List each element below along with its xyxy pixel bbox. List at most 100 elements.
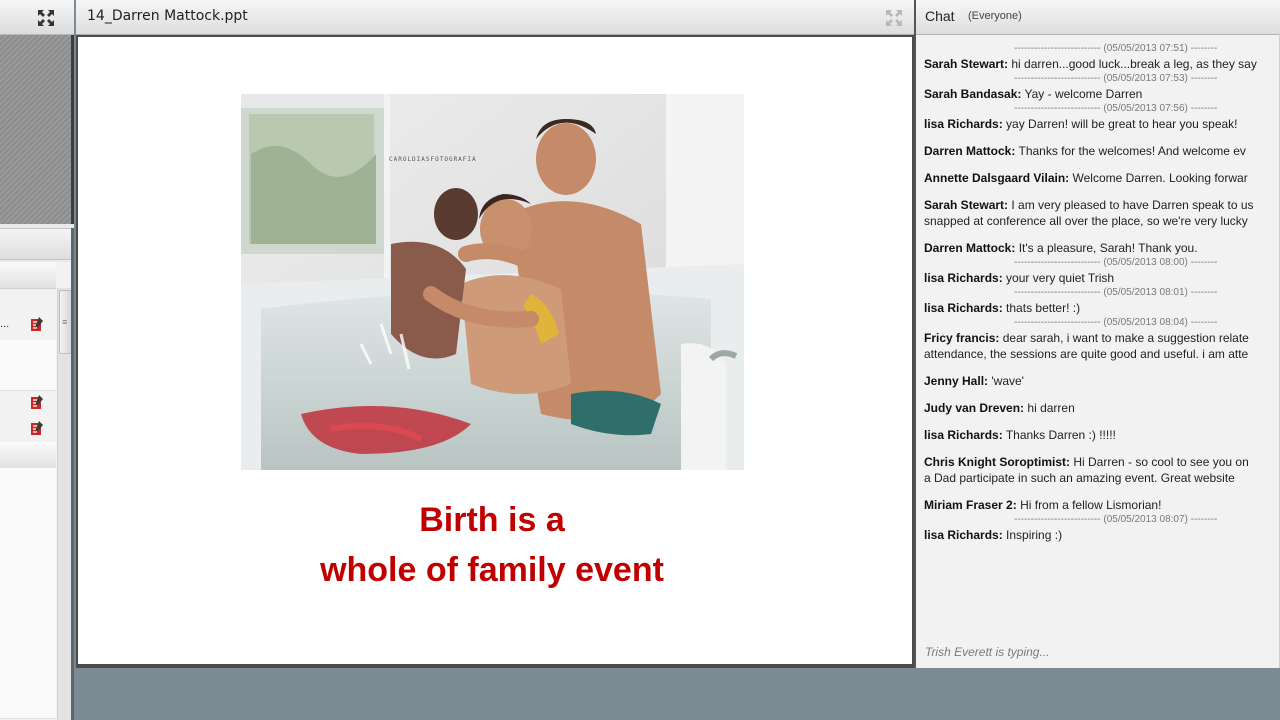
- attendee-list-header: [0, 262, 56, 289]
- list-item: [0, 365, 56, 391]
- chat-timestamp: -------------------------- (05/05/2013 0…: [1014, 257, 1218, 268]
- chat-text: Inspiring :): [1006, 528, 1063, 542]
- chat-author: lisa Richards:: [924, 271, 1003, 285]
- attendee-group-header: [0, 442, 56, 469]
- chat-author: Chris Knight Soroptimist:: [924, 455, 1070, 469]
- chat-timestamp: -------------------------- (05/05/2013 0…: [1014, 317, 1218, 328]
- list-item: [0, 493, 56, 519]
- chat-message: Darren Mattock: Thanks for the welcomes!…: [924, 143, 1280, 159]
- chat-author: Annette Dalsgaard Vilain:: [924, 171, 1070, 185]
- chat-timestamp: -------------------------- (05/05/2013 0…: [1014, 514, 1218, 525]
- chat-message: lisa Richards: yay Darren! will be great…: [924, 116, 1280, 132]
- caption-line-2: whole of family event: [320, 551, 664, 589]
- bottom-area: [76, 668, 1280, 720]
- camera-pod: [0, 35, 74, 224]
- chat-message: lisa Richards: Thanks Darren :) !!!!!: [924, 427, 1280, 443]
- chat-pod: Chat (Everyone) ------------------------…: [914, 0, 1280, 668]
- attendees-pod-header: [0, 228, 74, 260]
- slide: CAROLDIASFOTOGRAFIA Birth is a whole of …: [78, 37, 912, 664]
- chat-author: Judy van Dreven:: [924, 401, 1025, 415]
- list-item: [0, 340, 56, 366]
- chat-text: Thanks for the welcomes! And welcome ev: [1018, 144, 1246, 158]
- family-birth-photo: CAROLDIASFOTOGRAFIA: [241, 94, 744, 470]
- chat-title: Chat: [925, 8, 955, 24]
- chat-author: Darren Mattock:: [924, 241, 1016, 255]
- chat-text: dear sarah, i want to make a suggestion …: [1002, 331, 1249, 345]
- list-item: [0, 568, 56, 594]
- chat-author: lisa Richards:: [924, 528, 1003, 542]
- left-panel: ... ≡: [0, 0, 74, 720]
- attendee-list: ... ≡: [0, 262, 74, 720]
- chat-text-continued: attendance, the sessions are quite good …: [924, 347, 1249, 361]
- fullscreen-icon[interactable]: [884, 8, 904, 28]
- attendee-status-icon: [31, 421, 43, 435]
- attendee-scrollbar[interactable]: [57, 288, 72, 720]
- list-item: [0, 543, 56, 569]
- list-item: [0, 468, 56, 494]
- left-pod-titlebar: [0, 0, 74, 35]
- chat-text: Thanks Darren :) !!!!!: [1005, 428, 1116, 442]
- presentation-title: 14_Darren Mattock.ppt: [87, 8, 248, 24]
- chat-timestamp: -------------------------- (05/05/2013 0…: [1014, 103, 1218, 114]
- attendee-name-truncated: ...: [0, 318, 10, 330]
- fullscreen-icon[interactable]: [36, 8, 56, 28]
- chat-timestamp: -------------------------- (05/05/2013 0…: [1014, 287, 1218, 298]
- chat-timestamp: -------------------------- (05/05/2013 0…: [1014, 43, 1218, 54]
- chat-author: Sarah Stewart:: [924, 57, 1009, 71]
- chat-message: Chris Knight Soroptimist: Hi Darren - so…: [924, 454, 1280, 486]
- chat-scope-label[interactable]: (Everyone): [968, 10, 1022, 22]
- share-pod: 14_Darren Mattock.ppt CAROLDIASFOTOGRAFI…: [76, 0, 914, 668]
- chat-message: Sarah Stewart: hi darren...good luck...b…: [924, 56, 1280, 72]
- chat-message: lisa Richards: your very quiet Trish: [924, 270, 1280, 286]
- chat-message: Sarah Stewart: I am very pleased to have…: [924, 197, 1280, 229]
- chat-message: Darren Mattock: It's a pleasure, Sarah! …: [924, 240, 1280, 256]
- photo-watermark: CAROLDIASFOTOGRAFIA: [389, 156, 477, 163]
- typing-indicator: Trish Everett is typing...: [925, 645, 1050, 659]
- chat-text: your very quiet Trish: [1006, 271, 1115, 285]
- chat-text: thats better! :): [1006, 301, 1081, 315]
- chat-message: Jenny Hall: 'wave': [924, 373, 1280, 389]
- chat-author: lisa Richards:: [924, 428, 1003, 442]
- chat-author: lisa Richards:: [924, 117, 1003, 131]
- chat-message-list: -------------------------- (05/05/2013 0…: [924, 42, 1280, 554]
- share-pod-titlebar: 14_Darren Mattock.ppt: [76, 0, 914, 35]
- chat-text: Welcome Darren. Looking forwar: [1072, 171, 1248, 185]
- chat-message: lisa Richards: Inspiring :): [924, 527, 1280, 543]
- attendee-status-icon: [31, 395, 43, 409]
- chat-text: 'wave': [991, 374, 1024, 388]
- panel-divider[interactable]: [71, 228, 74, 720]
- grip-icon[interactable]: ≡: [62, 317, 67, 327]
- chat-message: Sarah Bandasak: Yay - welcome Darren: [924, 86, 1280, 102]
- chat-text: hi darren...good luck...break a leg, as …: [1011, 57, 1257, 71]
- chat-message: Annette Dalsgaard Vilain: Welcome Darren…: [924, 170, 1280, 186]
- chat-text: Yay - welcome Darren: [1024, 87, 1143, 101]
- chat-text: It's a pleasure, Sarah! Thank you.: [1018, 241, 1198, 255]
- chat-timestamp: -------------------------- (05/05/2013 0…: [1014, 73, 1218, 84]
- attendee-status-icon: [31, 317, 43, 331]
- list-item: [0, 518, 56, 544]
- chat-author: Jenny Hall:: [924, 374, 989, 388]
- list-item: [0, 593, 56, 619]
- chat-message: Judy van Dreven: hi darren: [924, 400, 1280, 416]
- list-item: [0, 643, 56, 669]
- list-item: [0, 668, 56, 694]
- chat-message: lisa Richards: thats better! :): [924, 300, 1280, 316]
- chat-author: Fricy francis:: [924, 331, 1000, 345]
- slide-caption: Birth is a whole of family event: [78, 495, 906, 595]
- chat-author: Miriam Fraser 2:: [924, 498, 1017, 512]
- chat-text-continued: snapped at conference all over the place…: [924, 214, 1248, 228]
- chat-pod-titlebar: Chat (Everyone): [916, 0, 1280, 35]
- chat-author: Sarah Bandasak:: [924, 87, 1022, 101]
- chat-text: Hi from a fellow Lismorian!: [1020, 498, 1162, 512]
- chat-text-continued: a Dad participate in such an amazing eve…: [924, 471, 1235, 485]
- chat-text: hi darren: [1027, 401, 1075, 415]
- chat-message: Fricy francis: dear sarah, i want to mak…: [924, 330, 1280, 362]
- chat-text: Hi Darren - so cool to see you on: [1073, 455, 1249, 469]
- list-item: [0, 618, 56, 644]
- caption-line-1: Birth is a: [419, 501, 565, 539]
- chat-message: Miriam Fraser 2: Hi from a fellow Lismor…: [924, 497, 1280, 513]
- chat-text: yay Darren! will be great to hear you sp…: [1006, 117, 1238, 131]
- chat-text: I am very pleased to have Darren speak t…: [1011, 198, 1254, 212]
- chat-author: lisa Richards:: [924, 301, 1003, 315]
- chat-author: Darren Mattock:: [924, 144, 1016, 158]
